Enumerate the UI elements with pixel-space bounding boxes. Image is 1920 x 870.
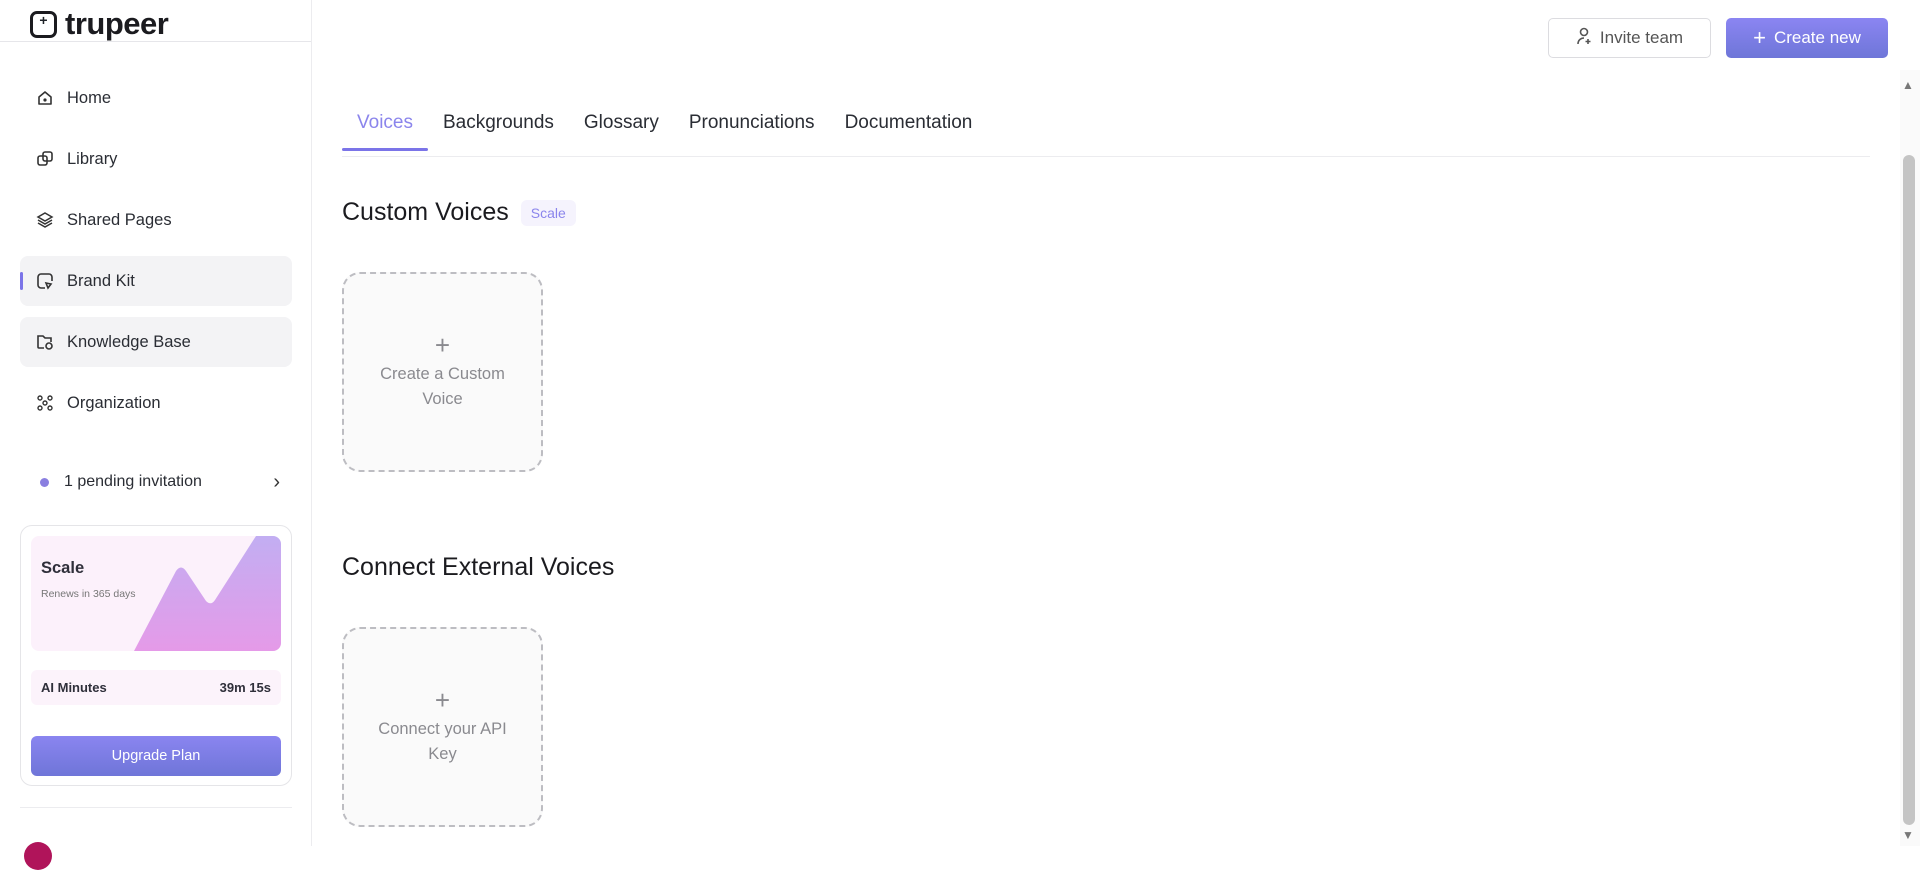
section-title: Custom Voices (342, 198, 509, 226)
plan-banner: Scale Renews in 365 days (31, 536, 281, 651)
divider (342, 156, 1870, 157)
scroll-down-icon[interactable]: ▼ (1902, 828, 1914, 842)
sidebar-item-library[interactable]: Library (20, 134, 292, 184)
plan-renewal: Renews in 365 days (41, 588, 136, 600)
tab-documentation[interactable]: Documentation (830, 104, 988, 151)
plus-icon: + (434, 685, 451, 715)
upgrade-plan-button[interactable]: Upgrade Plan (31, 736, 281, 776)
pending-invitation[interactable]: 1 pending invitation › (40, 469, 280, 495)
organization-icon (35, 393, 55, 413)
sidebar-nav: Home Library Shared Pages Brand Kit Know… (20, 73, 292, 439)
chevron-right-icon: › (273, 470, 280, 493)
ai-minutes-value: 39m 15s (219, 680, 271, 695)
plan-card: Scale Renews in 365 days AI Minutes 39m … (20, 525, 292, 786)
tab-voices[interactable]: Voices (342, 104, 428, 151)
sidebar-item-label: Shared Pages (67, 210, 172, 229)
user-plus-icon (1576, 27, 1592, 50)
logo[interactable]: trupeer (30, 6, 169, 42)
custom-voices-heading: Custom Voices Scale (342, 198, 576, 227)
card-label: Connect your API Key (378, 720, 507, 763)
sidebar-item-knowledge-base[interactable]: Knowledge Base (20, 317, 292, 367)
pending-label: 1 pending invitation (64, 473, 202, 490)
brand-kit-icon (35, 271, 55, 291)
card-label: Create a Custom Voice (380, 365, 505, 408)
plus-icon: + (434, 330, 451, 360)
tab-pronunciations[interactable]: Pronunciations (674, 104, 830, 151)
invite-team-label: Invite team (1599, 28, 1684, 47)
sidebar-item-organization[interactable]: Organization (20, 378, 292, 428)
plus-icon: + (1753, 25, 1766, 50)
status-dot-icon (40, 477, 49, 487)
sidebar: trupeer Home Library Shared Pages Brand … (0, 0, 312, 870)
tab-backgrounds[interactable]: Backgrounds (428, 104, 569, 151)
avatar[interactable] (24, 842, 52, 870)
layers-icon (35, 210, 55, 230)
section-title: Connect External Voices (342, 553, 615, 581)
tab-bar: Voices Backgrounds Glossary Pronunciatio… (342, 104, 987, 151)
sidebar-item-home[interactable]: Home (20, 73, 292, 123)
folder-icon (35, 332, 55, 352)
scroll-up-icon[interactable]: ▲ (1902, 78, 1914, 92)
library-icon (35, 149, 55, 169)
sidebar-item-shared-pages[interactable]: Shared Pages (20, 195, 292, 245)
sidebar-item-label: Library (67, 149, 118, 168)
sidebar-item-label: Knowledge Base (67, 332, 191, 351)
external-voices-heading: Connect External Voices (342, 553, 614, 582)
create-new-button[interactable]: + Create new (1726, 18, 1888, 58)
logo-text: trupeer (65, 6, 169, 41)
divider (20, 807, 292, 808)
scrollbar-thumb[interactable] (1903, 155, 1915, 825)
home-icon (35, 88, 55, 108)
sidebar-item-brand-kit[interactable]: Brand Kit (20, 256, 292, 306)
plan-name: Scale (41, 559, 85, 577)
plan-badge: Scale (520, 199, 576, 226)
sidebar-item-label: Organization (67, 393, 161, 412)
create-new-label: Create new (1773, 28, 1861, 47)
ai-minutes-row: AI Minutes 39m 15s (31, 670, 281, 705)
sidebar-item-label: Brand Kit (67, 271, 135, 290)
sidebar-item-label: Home (67, 88, 112, 107)
create-custom-voice-card[interactable]: + Create a Custom Voice (342, 272, 543, 472)
tab-glossary[interactable]: Glossary (569, 104, 674, 151)
ai-minutes-label: AI Minutes (41, 680, 107, 695)
connect-api-key-card[interactable]: + Connect your API Key (342, 627, 543, 827)
logo-icon (30, 10, 57, 38)
invite-team-button[interactable]: Invite team (1548, 18, 1711, 58)
divider (0, 41, 311, 42)
